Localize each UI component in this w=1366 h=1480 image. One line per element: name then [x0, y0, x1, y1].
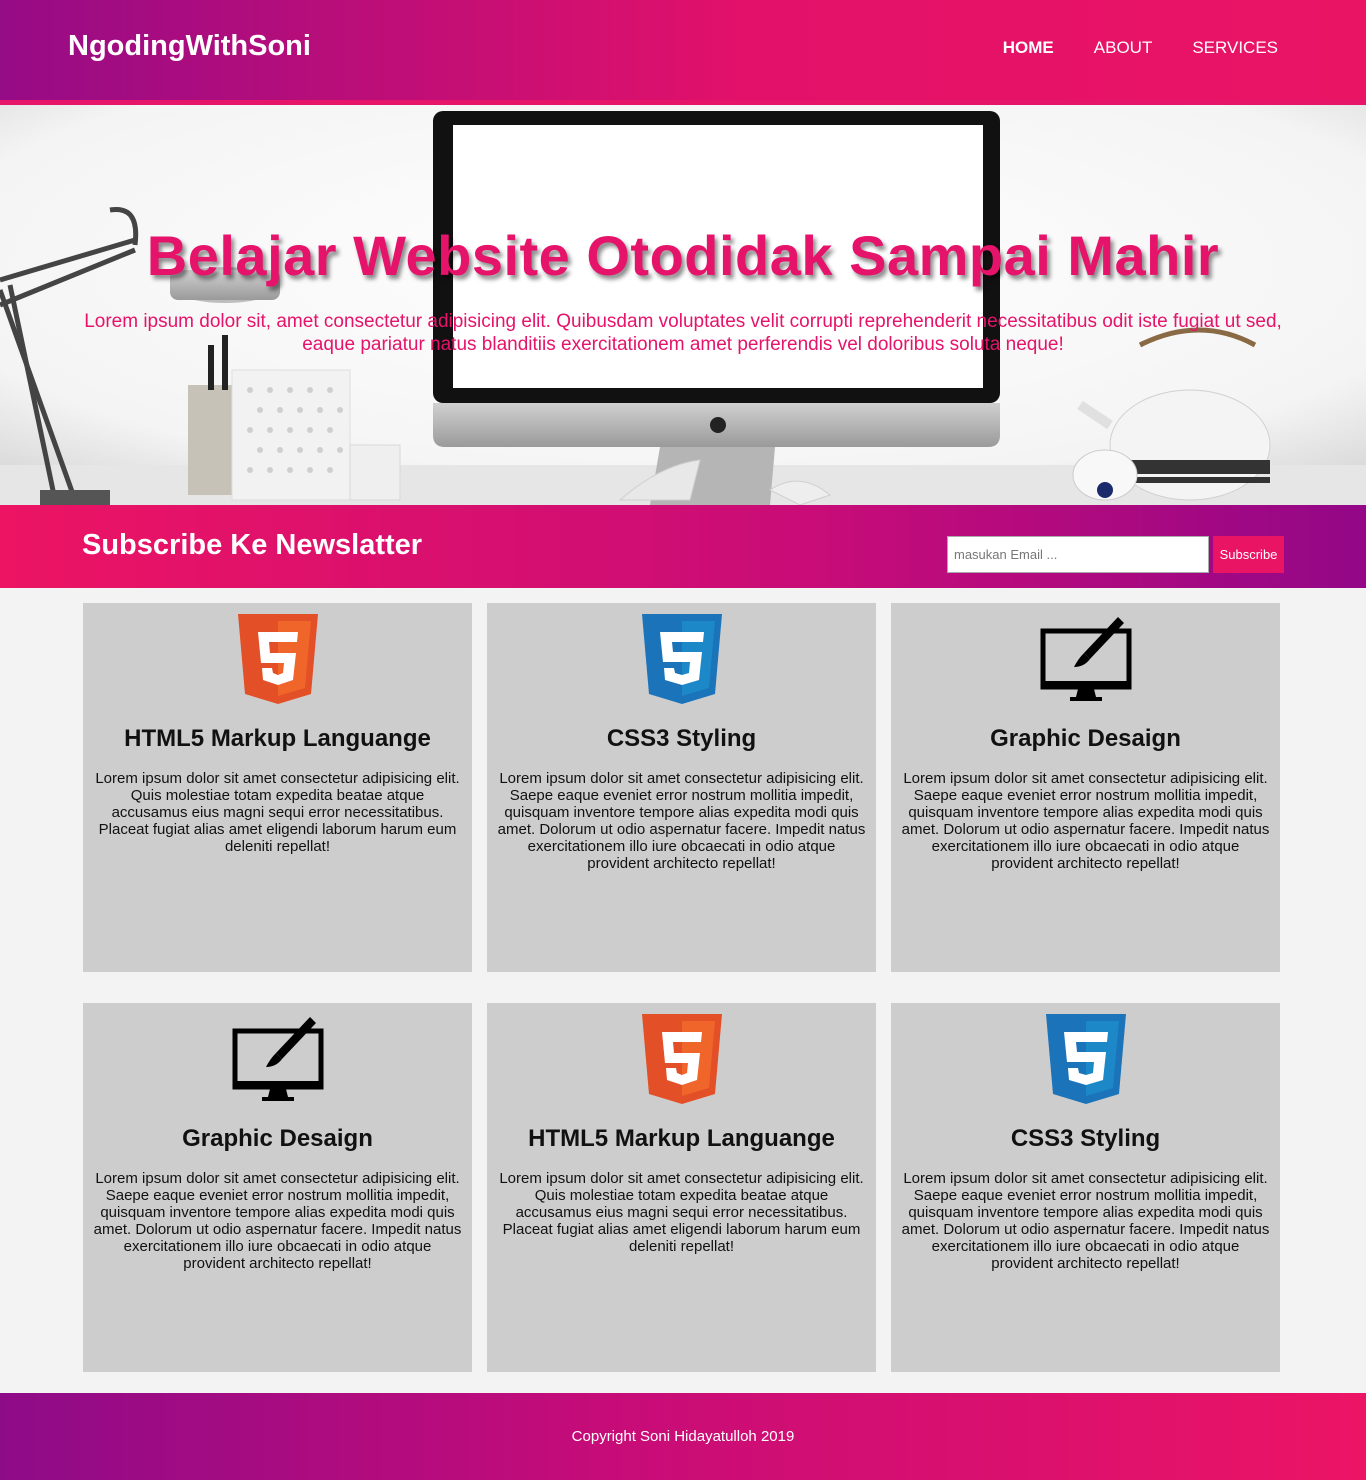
subscribe-button[interactable]: Subscribe: [1213, 536, 1284, 573]
card-text: Lorem ipsum dolor sit amet consectetur a…: [95, 770, 460, 855]
feature-card: CSS3 Styling Lorem ipsum dolor sit amet …: [891, 1003, 1280, 1372]
card-text: Lorem ipsum dolor sit amet consectetur a…: [497, 770, 866, 872]
newsletter-bar: Subscribe Ke Newslatter Subscribe: [0, 505, 1366, 588]
newsletter-title: Subscribe Ke Newslatter: [82, 529, 423, 561]
hero-background-image: [0, 105, 1366, 505]
pencil-cup-shape: [188, 385, 238, 495]
nav-about[interactable]: ABOUT: [1094, 38, 1153, 58]
email-input[interactable]: [947, 536, 1209, 573]
feature-card: HTML5 Markup Languange Lorem ipsum dolor…: [487, 1003, 876, 1372]
card-title: HTML5 Markup Languange: [124, 725, 431, 752]
feature-card: CSS3 Styling Lorem ipsum dolor sit amet …: [487, 603, 876, 972]
feature-card: HTML5 Markup Languange Lorem ipsum dolor…: [83, 603, 472, 972]
feature-card: Graphic Desaign Lorem ipsum dolor sit am…: [891, 603, 1280, 972]
card-title: Graphic Desaign: [990, 725, 1181, 752]
card-title: HTML5 Markup Languange: [528, 1125, 835, 1152]
site-brand[interactable]: NgodingWithSoni: [68, 30, 311, 63]
nav-services[interactable]: SERVICES: [1192, 38, 1278, 58]
graphic-design-monitor-icon: [232, 1016, 323, 1101]
card-title: CSS3 Styling: [606, 725, 757, 752]
site-footer: Copyright Soni Hidayatulloh 2019: [0, 1393, 1366, 1480]
hero-section: Belajar Website Otodidak Sampai Mahir Lo…: [0, 105, 1366, 505]
card-text: Lorem ipsum dolor sit amet consectetur a…: [901, 1170, 1270, 1272]
html5-icon: [237, 613, 318, 704]
graphic-design-monitor-icon: [1040, 616, 1131, 701]
html5-icon: [641, 1013, 722, 1104]
site-header: NgodingWithSoni HOME ABOUT SERVICES: [0, 0, 1366, 100]
css3-icon: [641, 613, 722, 704]
css3-icon: [1045, 1013, 1126, 1104]
card-text: Lorem ipsum dolor sit amet consectetur a…: [93, 1170, 462, 1272]
monitor-shape: [433, 111, 1000, 505]
hero-title: Belajar Website Otodidak Sampai Mahir: [146, 224, 1220, 287]
nav-home[interactable]: HOME: [1003, 38, 1054, 58]
footer-copyright: Copyright Soni Hidayatulloh 2019: [571, 1428, 795, 1445]
feature-card: Graphic Desaign Lorem ipsum dolor sit am…: [83, 1003, 472, 1372]
hero-description: Lorem ipsum dolor sit, amet consectetur …: [84, 311, 1282, 355]
card-title: Graphic Desaign: [182, 1125, 373, 1152]
card-title: CSS3 Styling: [1010, 1125, 1161, 1152]
card-text: Lorem ipsum dolor sit amet consectetur a…: [499, 1170, 864, 1255]
main-nav: HOME ABOUT SERVICES: [1003, 38, 1278, 58]
card-text: Lorem ipsum dolor sit amet consectetur a…: [901, 770, 1270, 872]
